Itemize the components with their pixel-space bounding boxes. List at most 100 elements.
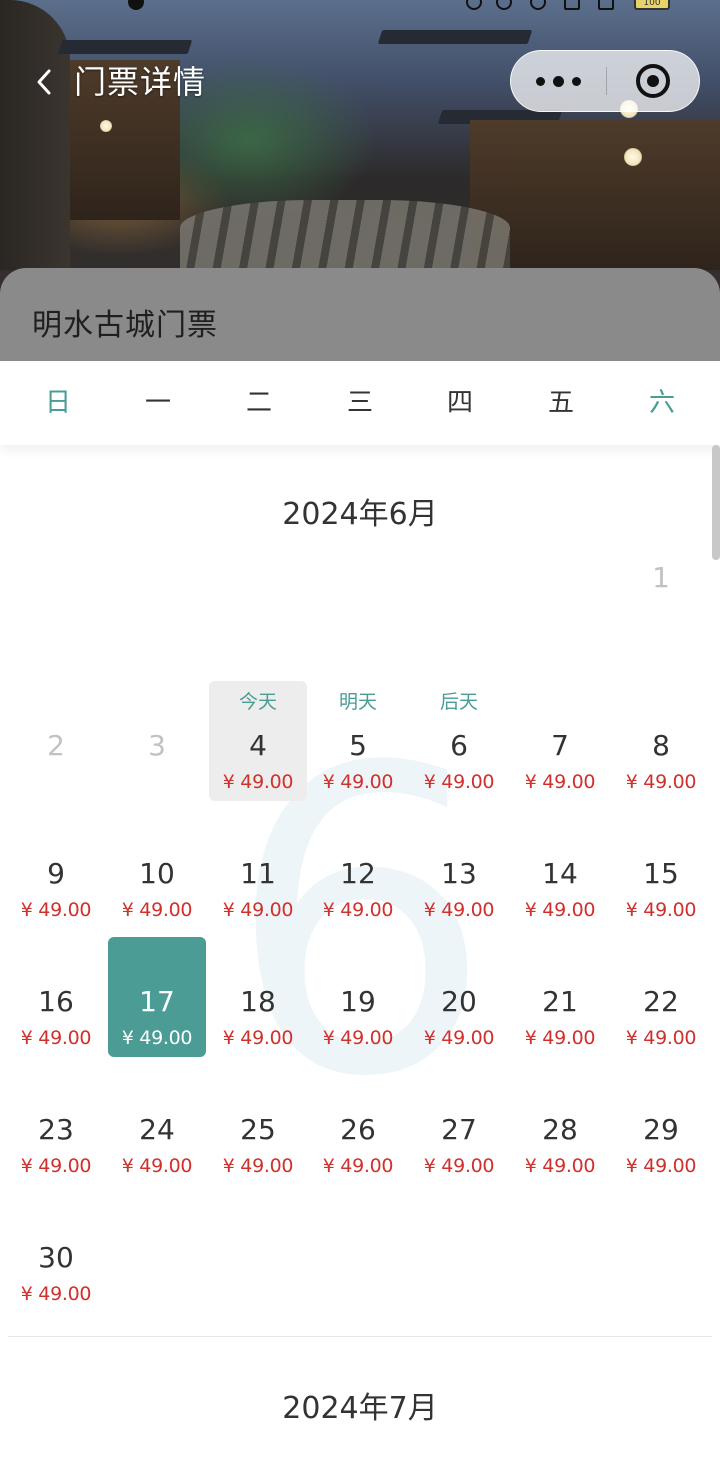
signal-icon — [564, 0, 580, 10]
weekday-mon: 一 — [144, 388, 171, 418]
day-number: 3 — [148, 729, 166, 762]
day-price: ¥ 49.00 — [121, 1155, 193, 1177]
calendar-day-3: 3 — [108, 681, 206, 801]
day-price: ¥ 49.00 — [222, 899, 294, 921]
day-number: 14 — [542, 857, 578, 890]
weekday-sat: 六 — [648, 388, 675, 418]
day-number: 9 — [47, 857, 65, 890]
day-price: ¥ 49.00 — [423, 1155, 495, 1177]
day-number: 13 — [441, 857, 477, 890]
calendar-day-10[interactable]: 10 ¥ 49.00 — [108, 809, 206, 929]
day-tag: 今天 — [238, 691, 277, 713]
day-number: 26 — [340, 1113, 376, 1146]
calendar-day-16[interactable]: 16 ¥ 49.00 — [7, 937, 105, 1057]
calendar-day-27[interactable]: 27 ¥ 49.00 — [410, 1065, 508, 1185]
calendar-day-21[interactable]: 21 ¥ 49.00 — [511, 937, 609, 1057]
calendar-day-25[interactable]: 25 ¥ 49.00 — [209, 1065, 307, 1185]
calendar-day-18[interactable]: 18 ¥ 49.00 — [209, 937, 307, 1057]
weekday-tue: 二 — [245, 388, 272, 418]
weekday-sun: 日 — [44, 388, 71, 418]
day-number: 20 — [441, 985, 477, 1018]
day-tag: 明天 — [338, 691, 377, 713]
day-price: ¥ 49.00 — [322, 771, 394, 793]
day-price: ¥ 49.00 — [121, 1027, 193, 1049]
day-number: 1 — [652, 561, 670, 594]
day-price: ¥ 49.00 — [423, 771, 495, 793]
day-number: 24 — [139, 1113, 175, 1146]
month-title-july: 2024年7月 — [282, 1391, 438, 1426]
weekday-header: 日 一 二 三 四 五 六 — [0, 361, 720, 445]
scrollbar[interactable] — [712, 445, 720, 560]
calendar-day-12[interactable]: 12 ¥ 49.00 — [309, 809, 407, 929]
day-price: ¥ 49.00 — [625, 899, 697, 921]
day-price: ¥ 49.00 — [625, 1155, 697, 1177]
day-number: 5 — [349, 729, 367, 762]
day-price: ¥ 49.00 — [322, 899, 394, 921]
calendar-day-23[interactable]: 23 ¥ 49.00 — [7, 1065, 105, 1185]
day-price: ¥ 49.00 — [423, 1027, 495, 1049]
cellular-icon — [598, 0, 614, 10]
calendar-day-19[interactable]: 19 ¥ 49.00 — [309, 937, 407, 1057]
day-number: 23 — [38, 1113, 74, 1146]
calendar-day-28[interactable]: 28 ¥ 49.00 — [511, 1065, 609, 1185]
calendar-day-9[interactable]: 9 ¥ 49.00 — [7, 809, 105, 929]
day-number: 10 — [139, 857, 175, 890]
calendar-day-30[interactable]: 30 ¥ 49.00 — [7, 1193, 105, 1313]
mute-icon — [496, 0, 512, 10]
day-number: 18 — [240, 985, 276, 1018]
ticket-name: 明水古城门票 — [32, 308, 218, 343]
weekday-thu: 四 — [446, 388, 473, 418]
calendar-day-20[interactable]: 20 ¥ 49.00 — [410, 937, 508, 1057]
day-number: 7 — [551, 729, 569, 762]
day-price: ¥ 49.00 — [222, 1027, 294, 1049]
calendar-day-29[interactable]: 29 ¥ 49.00 — [612, 1065, 710, 1185]
calendar-day-8[interactable]: 8 ¥ 49.00 — [612, 681, 710, 801]
day-price: ¥ 49.00 — [222, 771, 294, 793]
calendar-day-13[interactable]: 13 ¥ 49.00 — [410, 809, 508, 929]
day-number: 22 — [643, 985, 679, 1018]
day-price: ¥ 49.00 — [322, 1155, 394, 1177]
day-price: ¥ 49.00 — [20, 1027, 92, 1049]
calendar-day-11[interactable]: 11 ¥ 49.00 — [209, 809, 307, 929]
month-divider — [8, 1336, 712, 1337]
calendar-day-22[interactable]: 22 ¥ 49.00 — [612, 937, 710, 1057]
calendar-day-2: 2 — [7, 681, 105, 801]
calendar-day-26[interactable]: 26 ¥ 49.00 — [309, 1065, 407, 1185]
day-price: ¥ 49.00 — [524, 1027, 596, 1049]
battery-icon: 100 — [634, 0, 670, 10]
weekday-fri: 五 — [547, 388, 574, 418]
more-button[interactable] — [511, 51, 605, 111]
back-button[interactable] — [26, 60, 62, 104]
calendar-day-15[interactable]: 15 ¥ 49.00 — [612, 809, 710, 929]
status-bar: 100 — [0, 0, 720, 14]
day-price: ¥ 49.00 — [625, 1027, 697, 1049]
calendar-day-6[interactable]: 后天 6 ¥ 49.00 — [410, 681, 508, 801]
chevron-left-icon — [37, 69, 51, 95]
day-price: ¥ 49.00 — [524, 899, 596, 921]
day-number: 4 — [249, 729, 267, 762]
day-number: 29 — [643, 1113, 679, 1146]
day-number: 30 — [38, 1241, 74, 1274]
day-number: 28 — [542, 1113, 578, 1146]
calendar-day-4[interactable]: 今天 4 ¥ 49.00 — [209, 681, 307, 801]
day-number: 6 — [450, 729, 468, 762]
calendar-day-5[interactable]: 明天 5 ¥ 49.00 — [309, 681, 407, 801]
calendar-day-1: 1 — [612, 513, 710, 633]
day-price: ¥ 49.00 — [20, 899, 92, 921]
day-price: ¥ 49.00 — [222, 1155, 294, 1177]
miniprogram-capsule — [510, 50, 700, 112]
close-miniprogram-button[interactable] — [607, 51, 699, 111]
calendar-day-7[interactable]: 7 ¥ 49.00 — [511, 681, 609, 801]
day-price: ¥ 49.00 — [322, 1027, 394, 1049]
day-number: 16 — [38, 985, 74, 1018]
weekday-wed: 三 — [346, 388, 373, 418]
day-number: 15 — [643, 857, 679, 890]
day-number: 25 — [240, 1113, 276, 1146]
calendar-day-14[interactable]: 14 ¥ 49.00 — [511, 809, 609, 929]
day-number: 21 — [542, 985, 578, 1018]
calendar-day-24[interactable]: 24 ¥ 49.00 — [108, 1065, 206, 1185]
day-tag: 后天 — [439, 691, 478, 713]
calendar-day-17[interactable]: 17 ¥ 49.00 — [108, 937, 206, 1057]
day-price: ¥ 49.00 — [524, 1155, 596, 1177]
day-price: ¥ 49.00 — [20, 1155, 92, 1177]
